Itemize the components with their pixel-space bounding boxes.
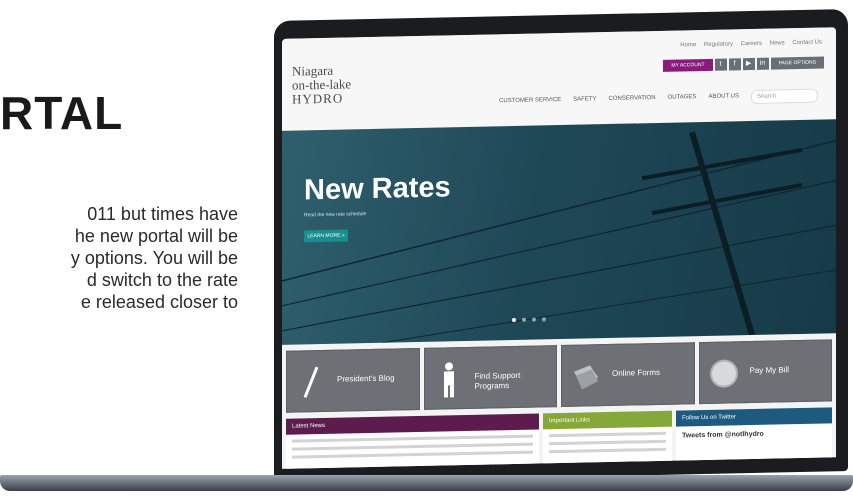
tile-online-forms[interactable]: Online Forms xyxy=(561,342,695,407)
site-header: Niagara on-the-lake HYDRO Home Regulator… xyxy=(282,27,836,131)
person-icon xyxy=(443,362,454,398)
nav-safety[interactable]: SAFETY xyxy=(573,96,596,107)
carousel-dot[interactable] xyxy=(512,317,516,323)
tile-label: President's Blog xyxy=(337,373,395,384)
nav-conservation[interactable]: CONSERVATION xyxy=(609,95,656,107)
facebook-icon[interactable]: f xyxy=(728,58,741,71)
tile-support-programs[interactable]: Find Support Programs xyxy=(423,345,557,410)
top-link-contact[interactable]: Contact Us xyxy=(792,40,822,47)
laptop-screen: Niagara on-the-lake HYDRO Home Regulator… xyxy=(282,27,836,469)
carousel-dot[interactable] xyxy=(532,317,536,322)
carousel-dot[interactable] xyxy=(542,317,546,322)
nav-outages[interactable]: OUTAGES xyxy=(668,94,697,106)
news-line xyxy=(292,450,533,459)
link-line xyxy=(549,439,666,446)
news-line xyxy=(292,434,533,443)
youtube-icon[interactable]: ▶ xyxy=(742,57,755,71)
carousel-dot[interactable] xyxy=(522,317,526,322)
article-heading: RTAL xyxy=(0,87,124,139)
article-line: e released closer to xyxy=(80,292,238,312)
top-link-careers[interactable]: Careers xyxy=(741,41,762,47)
article-line: he new portal will be xyxy=(74,226,238,246)
important-links-panel: Important Links xyxy=(543,410,672,469)
forms-icon xyxy=(574,365,598,390)
article-line: 011 but times have xyxy=(87,204,238,224)
top-link-regulatory[interactable]: Regulatory xyxy=(704,41,733,48)
tile-label: Online Forms xyxy=(612,367,661,378)
latest-news-panel: Latest News xyxy=(286,413,539,469)
logo-line: HYDRO xyxy=(292,90,344,107)
top-link-news[interactable]: News xyxy=(770,40,785,46)
top-link-home[interactable]: Home xyxy=(680,42,696,48)
coin-icon xyxy=(709,359,738,388)
panel-header[interactable]: Latest News xyxy=(286,413,539,435)
tile-label: Find Support Programs xyxy=(474,370,521,391)
tile-pay-my-bill[interactable]: Pay My Bill xyxy=(698,339,832,405)
link-line xyxy=(549,447,666,454)
social-bar: MY ACCOUNT t f ▶ in PAGE OPTIONS xyxy=(663,56,824,72)
twitter-feed-title: Tweets from @notlhydro xyxy=(682,430,764,440)
tile-label: Pay My Bill xyxy=(749,365,790,376)
my-account-button[interactable]: MY ACCOUNT xyxy=(663,58,713,72)
nav-about-us[interactable]: ABOUT US xyxy=(708,93,739,105)
article-paragraph: 011 but times have he new portal will be… xyxy=(0,203,238,313)
learn-more-button[interactable]: LEARN MORE » xyxy=(304,229,348,243)
article-line: d switch to the rate xyxy=(86,270,238,290)
hero-title: New Rates xyxy=(304,171,451,207)
main-nav: CUSTOMER SERVICE SAFETY CONSERVATION OUT… xyxy=(499,88,818,110)
power-lines-graphic xyxy=(282,131,836,344)
hero-banner: New Rates Read the new rate schedule LEA… xyxy=(282,119,836,345)
page-options-button[interactable]: PAGE OPTIONS xyxy=(770,56,824,70)
laptop-mockup: Niagara on-the-lake HYDRO Home Regulator… xyxy=(0,5,853,491)
carousel-dots xyxy=(512,317,546,323)
news-line xyxy=(292,442,533,451)
link-line xyxy=(549,431,666,438)
twitter-icon[interactable]: t xyxy=(714,58,727,71)
nav-customer-service[interactable]: CUSTOMER SERVICE xyxy=(499,97,561,109)
top-links: Home Regulatory Careers News Contact Us xyxy=(674,40,822,49)
site-logo[interactable]: Niagara on-the-lake HYDRO xyxy=(292,63,382,107)
panel-header[interactable]: Important Links xyxy=(543,410,672,430)
linkedin-icon[interactable]: in xyxy=(756,57,769,70)
article-line: y options. You will be xyxy=(70,248,238,268)
pen-icon xyxy=(303,366,319,398)
info-panels: Latest News Important Links Follow Us on… xyxy=(286,407,832,469)
tile-presidents-blog[interactable]: President's Blog xyxy=(286,347,420,413)
quick-links: President's Blog Find Support Programs O… xyxy=(286,339,832,413)
laptop-bezel: Niagara on-the-lake HYDRO Home Regulator… xyxy=(274,8,848,484)
twitter-panel: Follow Us on Twitter Tweets from @notlhy… xyxy=(676,407,832,469)
search-input[interactable]: Search xyxy=(751,88,818,105)
